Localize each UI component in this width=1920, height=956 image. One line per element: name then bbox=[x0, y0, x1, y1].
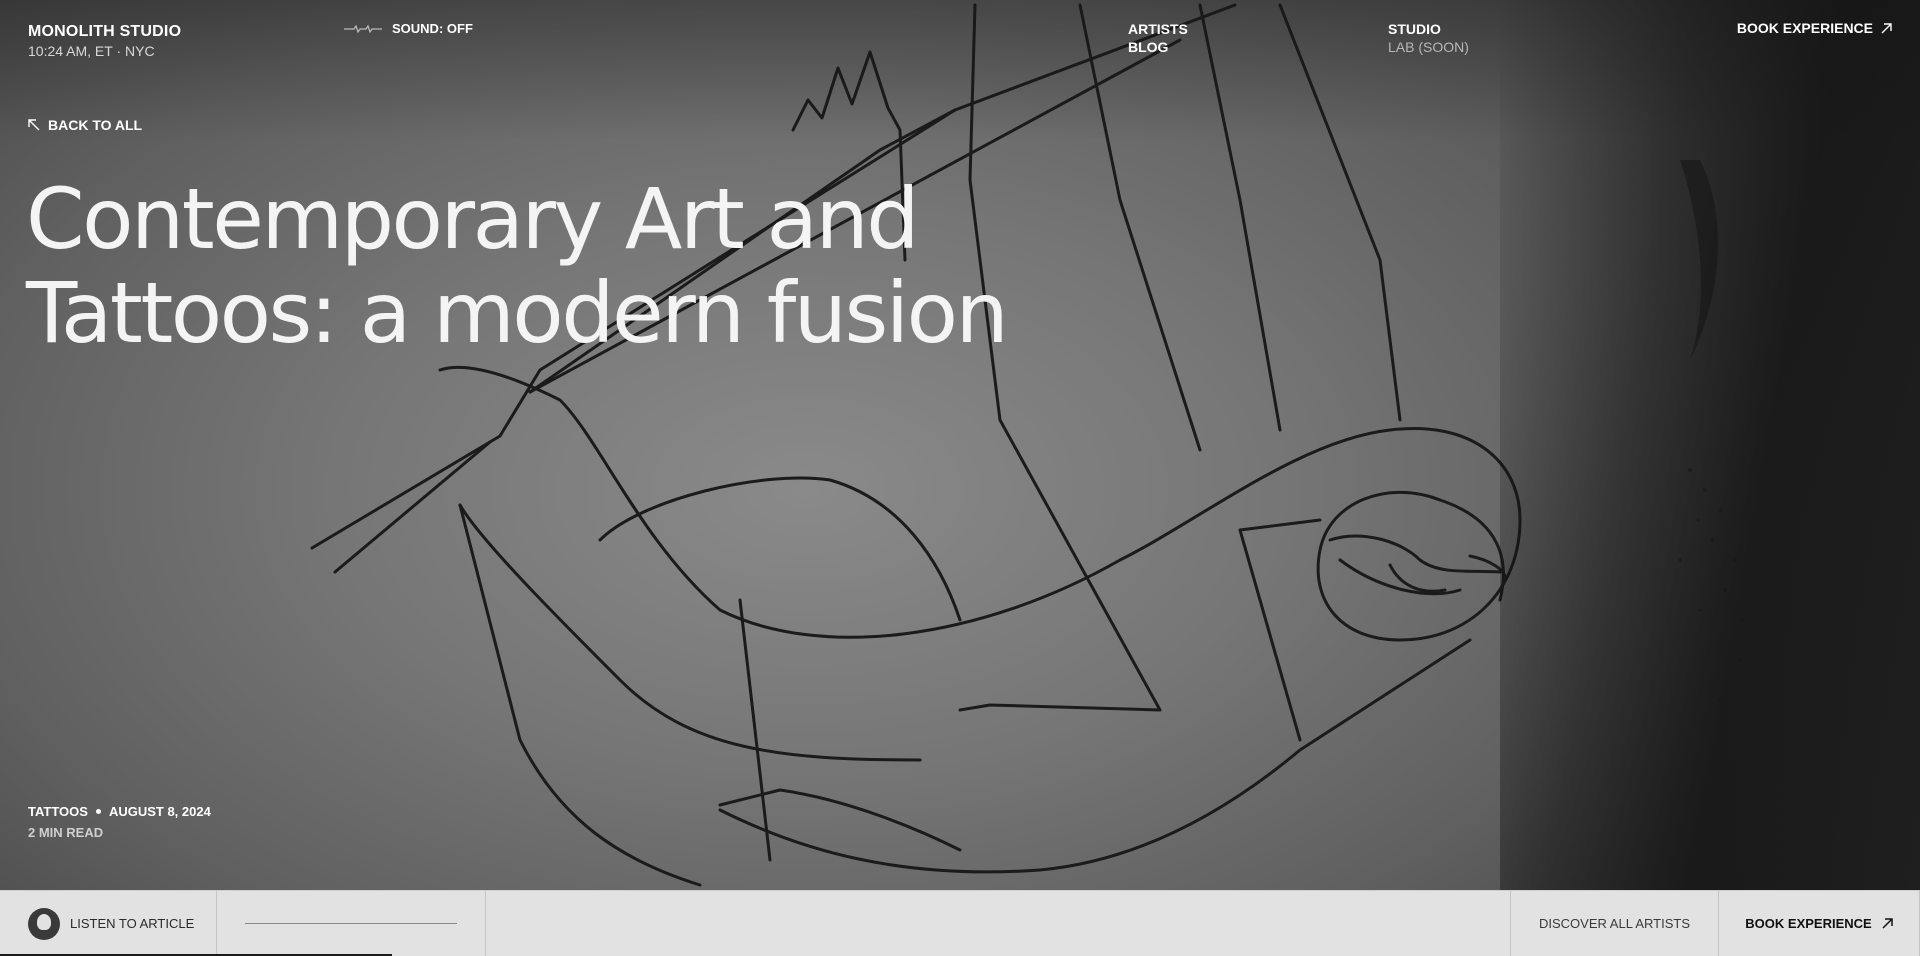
hero-shade-top bbox=[0, 0, 1920, 140]
audio-progress-track[interactable] bbox=[245, 923, 457, 924]
waveform-icon bbox=[344, 24, 382, 33]
nav-studio[interactable]: STUDIO bbox=[1388, 20, 1469, 38]
narrator-avatar-icon bbox=[28, 907, 60, 940]
article-category[interactable]: TATTOOS bbox=[28, 804, 88, 819]
arrow-up-right-icon bbox=[1881, 22, 1892, 33]
nav-group-secondary: STUDIO LAB (SOON) bbox=[1388, 20, 1469, 56]
bar-spacer bbox=[486, 891, 1510, 956]
book-experience-label: BOOK EXPERIENCE bbox=[1736, 20, 1873, 36]
article-meta: TATTOOS AUGUST 8, 2024 2 MIN READ bbox=[28, 804, 211, 840]
studio-name[interactable]: MONOLITH STUDIO bbox=[28, 23, 181, 41]
brand-block[interactable]: MONOLITH STUDIO 10:24 AM, ET · NYC bbox=[28, 23, 181, 59]
nav-artists[interactable]: ARTISTS bbox=[1128, 20, 1188, 38]
article-read-time: 2 MIN READ bbox=[28, 825, 104, 840]
local-time: 10:24 AM, ET · NYC bbox=[28, 43, 155, 59]
bottom-bar: LISTEN TO ARTICLE DISCOVER ALL ARTISTS B… bbox=[0, 890, 1920, 956]
audio-progress[interactable] bbox=[217, 891, 486, 956]
bullet-separator bbox=[95, 809, 101, 814]
nav-lab: LAB (SOON) bbox=[1388, 39, 1469, 55]
back-label: BACK TO ALL bbox=[48, 117, 143, 133]
listen-to-article-button[interactable]: LISTEN TO ARTICLE bbox=[0, 891, 217, 956]
hero-image bbox=[0, 0, 1920, 890]
article-title: Contemporary Art and Tattoos: a modern f… bbox=[26, 172, 1126, 360]
sound-toggle[interactable]: SOUND: OFF bbox=[344, 21, 473, 36]
discover-label: DISCOVER ALL ARTISTS bbox=[1539, 916, 1690, 931]
book-experience-header-button[interactable]: BOOK EXPERIENCE bbox=[1737, 20, 1892, 36]
sound-label: SOUND: OFF bbox=[392, 21, 473, 36]
book-experience-footer-button[interactable]: BOOK EXPERIENCE bbox=[1719, 891, 1920, 956]
article-date: AUGUST 8, 2024 bbox=[108, 804, 211, 819]
nav-group-primary: ARTISTS BLOG bbox=[1128, 20, 1188, 56]
arrow-up-right-icon bbox=[1882, 918, 1893, 929]
book-footer-label: BOOK EXPERIENCE bbox=[1745, 916, 1872, 931]
article-title-line-2: Tattoos: a modern fusion bbox=[26, 264, 1009, 362]
back-to-all-link[interactable]: BACK TO ALL bbox=[28, 117, 142, 133]
nav-blog[interactable]: BLOG bbox=[1128, 38, 1188, 56]
arrow-up-left-icon bbox=[28, 119, 40, 131]
listen-label: LISTEN TO ARTICLE bbox=[70, 916, 195, 931]
discover-all-artists-button[interactable]: DISCOVER ALL ARTISTS bbox=[1510, 891, 1719, 956]
article-title-line-1: Contemporary Art and bbox=[26, 170, 920, 268]
